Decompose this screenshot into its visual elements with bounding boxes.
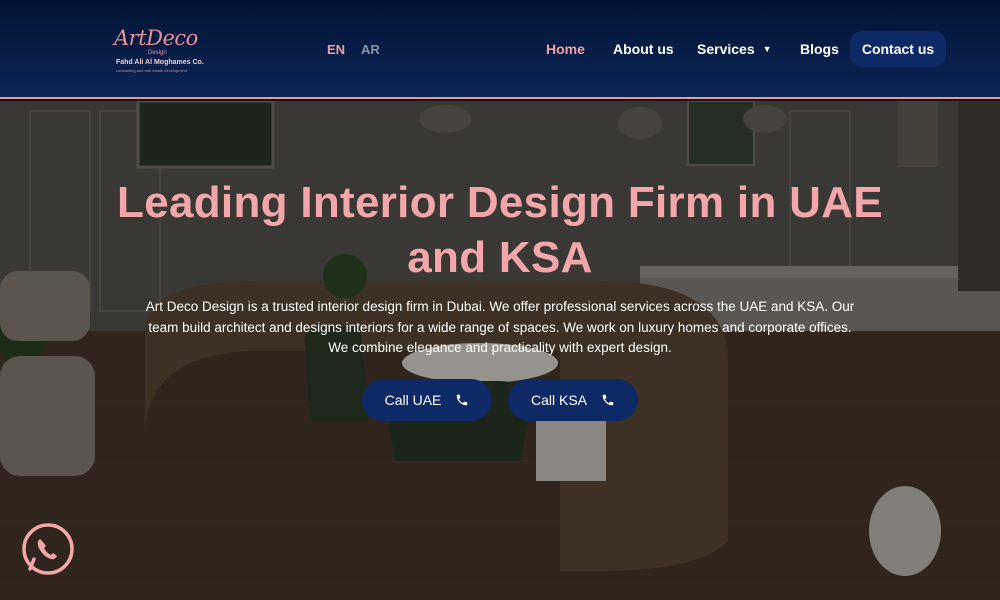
chevron-down-icon: ▼ [762, 44, 772, 54]
nav-home[interactable]: Home [546, 41, 585, 57]
hero-description: Art Deco Design is a trusted interior de… [145, 299, 855, 355]
site-header: ArtDeco Design Fahd Ali Al Moghames Co. … [0, 0, 1000, 99]
language-en[interactable]: EN [327, 42, 345, 57]
brand-logo[interactable]: ArtDeco Design Fahd Ali Al Moghames Co. … [114, 26, 204, 74]
phone-icon [457, 394, 468, 406]
nav-blogs[interactable]: Blogs [800, 41, 839, 57]
nav-services-label: Services [697, 41, 755, 57]
call-ksa-label: Call KSA [530, 392, 588, 408]
call-uae-label: Call UAE [384, 392, 442, 408]
phone-icon [602, 394, 614, 406]
language-ar[interactable]: AR [361, 42, 380, 57]
nav-services[interactable]: Services ▼ [697, 41, 772, 57]
call-ksa-button[interactable]: Call KSA [508, 379, 638, 421]
nav-about[interactable]: About us [613, 41, 674, 57]
hero-headline: Leading Interior Design Firm in UAE and … [117, 178, 883, 282]
call-uae-button[interactable]: Call UAE [362, 379, 492, 421]
contact-us-button[interactable]: Contact us [850, 31, 946, 67]
logo-tagline: contracting and real estate development [116, 68, 188, 73]
hero-section: Leading Interior Design Firm in UAE and … [0, 101, 1000, 600]
logo-subline: Design [148, 50, 167, 56]
whatsapp-icon[interactable] [20, 521, 76, 577]
logo-wordmark: ArtDeco [114, 26, 198, 50]
logo-company: Fahd Ali Al Moghames Co. [116, 59, 204, 66]
